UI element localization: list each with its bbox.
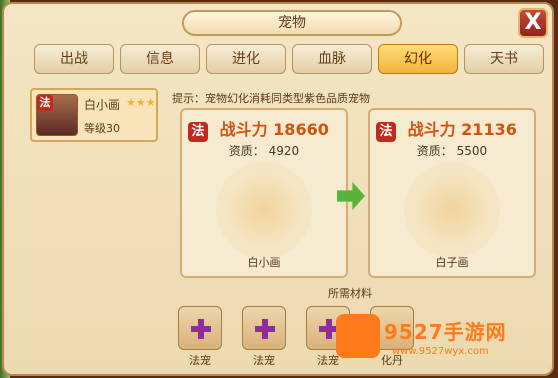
materials-label: 所需材料	[328, 287, 372, 300]
window-title: 宠物	[182, 10, 402, 36]
pet-name: 白小画	[84, 98, 121, 112]
target-aptitude: 资质： 5500	[370, 142, 534, 159]
tab-huanhua[interactable]: 幻化	[378, 44, 458, 74]
material-slot-label: 法宠	[189, 354, 211, 367]
aptitude-label: 资质：	[228, 144, 265, 158]
target-pet-model	[404, 162, 500, 258]
power-label: 战斗力	[219, 120, 268, 139]
class-badge: 法	[376, 122, 396, 142]
current-aptitude: 资质： 4920	[182, 142, 346, 159]
logo-icon	[336, 314, 380, 358]
power-value: 18660	[273, 120, 329, 139]
tab-xuemai[interactable]: 血脉	[292, 44, 372, 74]
aptitude-value: 4920	[268, 144, 300, 158]
current-pet-model	[216, 162, 312, 258]
tab-bar: 出战 信息 进化 血脉 幻化 天书	[34, 44, 544, 74]
aptitude-value: 5500	[456, 144, 488, 158]
tab-chuzhan[interactable]: 出战	[34, 44, 114, 74]
current-power: 法 战斗力 18660	[188, 116, 329, 142]
target-power: 法 战斗力 21136	[376, 116, 517, 142]
tab-xinxi[interactable]: 信息	[120, 44, 200, 74]
power-label: 战斗力	[407, 120, 456, 139]
tab-jinhua[interactable]: 进化	[206, 44, 286, 74]
power-value: 21136	[461, 120, 517, 139]
watermark-sub: www.9527wyx.com	[392, 346, 489, 357]
class-badge: 法	[188, 122, 208, 142]
material-slot[interactable]	[178, 306, 222, 350]
pet-window: 宠物 X 出战 信息 进化 血脉 幻化 天书 法 白小画 ★★★ 等级30 提示…	[2, 2, 554, 376]
class-badge: 法	[37, 95, 53, 111]
pet-list-item[interactable]: 法 白小画 ★★★ 等级30	[30, 88, 158, 142]
close-button[interactable]: X	[518, 8, 548, 38]
pet-level: 等级30	[84, 122, 120, 135]
watermark: 9527手游网 www.9527wyx.com	[336, 314, 528, 368]
star-rating: ★★★	[126, 96, 156, 109]
aptitude-label: 资质：	[416, 144, 453, 158]
material-slot-label: 法宠	[253, 354, 275, 367]
target-pet-panel: 法 战斗力 21136 资质： 5500 白子画	[368, 108, 536, 278]
current-pet-name: 白小画	[247, 256, 281, 269]
plus-icon	[255, 319, 275, 339]
watermark-main: 9527手游网	[384, 320, 507, 344]
hint-text: 提示：宠物幻化消耗同类型紫色品质宠物	[172, 92, 370, 105]
tab-tianshu[interactable]: 天书	[464, 44, 544, 74]
current-pet-panel: 法 战斗力 18660 资质： 4920 白小画	[180, 108, 348, 278]
plus-icon	[191, 319, 211, 339]
pet-avatar: 法	[36, 94, 78, 136]
target-pet-name: 白子画	[435, 256, 469, 269]
material-slot[interactable]	[242, 306, 286, 350]
